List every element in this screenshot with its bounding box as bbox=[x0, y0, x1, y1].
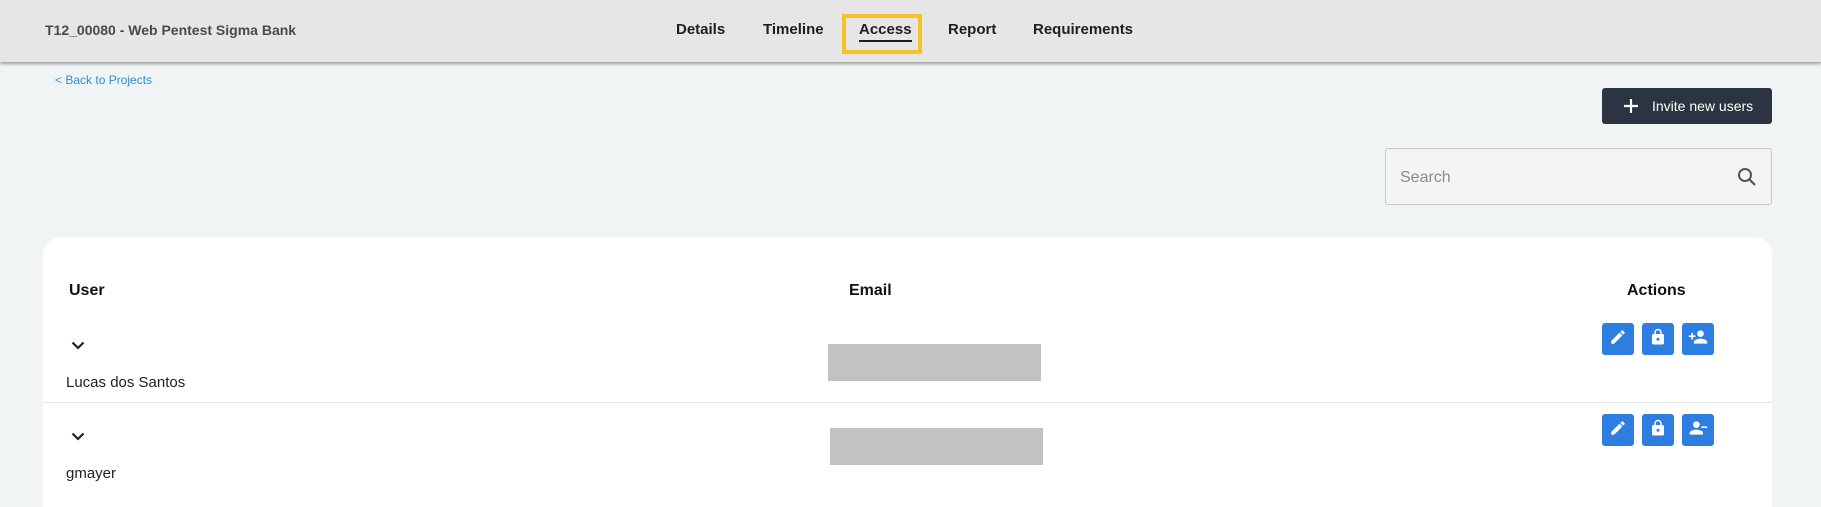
invite-button-label: Invite new users bbox=[1652, 98, 1754, 114]
tab-report[interactable]: Report bbox=[948, 21, 996, 38]
column-header-actions: Actions bbox=[1627, 282, 1686, 299]
edit-icon bbox=[1609, 328, 1627, 351]
back-to-projects-link[interactable]: < Back to Projects bbox=[55, 73, 152, 87]
expand-chevron-icon[interactable] bbox=[71, 337, 85, 355]
email-redacted bbox=[828, 344, 1041, 381]
expand-chevron-icon[interactable] bbox=[71, 428, 85, 446]
invite-new-users-button[interactable]: Invite new users bbox=[1602, 88, 1772, 124]
column-header-email: Email bbox=[849, 282, 892, 299]
lock-icon bbox=[1649, 419, 1667, 442]
users-table: User Email Actions Lucas dos Santos gmay… bbox=[43, 237, 1772, 507]
user-name: gmayer bbox=[66, 465, 117, 482]
remove-user-icon bbox=[1688, 418, 1708, 443]
edit-user-button[interactable] bbox=[1602, 323, 1634, 355]
project-title: T12_00080 - Web Pentest Sigma Bank bbox=[45, 22, 297, 38]
row-divider bbox=[43, 402, 1772, 403]
plus-icon bbox=[1624, 99, 1638, 113]
tab-access[interactable]: Access bbox=[859, 21, 912, 42]
tab-requirements[interactable]: Requirements bbox=[1033, 21, 1133, 38]
edit-icon bbox=[1609, 419, 1627, 442]
search-field[interactable] bbox=[1385, 148, 1772, 205]
lock-icon bbox=[1649, 328, 1667, 351]
search-icon[interactable] bbox=[1737, 167, 1757, 192]
add-user-icon bbox=[1688, 327, 1708, 352]
lock-user-button[interactable] bbox=[1642, 414, 1674, 446]
tab-timeline[interactable]: Timeline bbox=[763, 21, 824, 38]
search-input[interactable] bbox=[1398, 167, 1722, 189]
email-redacted bbox=[830, 428, 1043, 465]
user-name: Lucas dos Santos bbox=[66, 374, 186, 391]
lock-user-button[interactable] bbox=[1642, 323, 1674, 355]
tab-details[interactable]: Details bbox=[676, 21, 725, 38]
edit-user-button[interactable] bbox=[1602, 414, 1634, 446]
remove-user-button[interactable] bbox=[1682, 414, 1714, 446]
add-user-button[interactable] bbox=[1682, 323, 1714, 355]
column-header-user: User bbox=[69, 282, 105, 299]
top-nav-bar: T12_00080 - Web Pentest Sigma Bank Detai… bbox=[0, 0, 1821, 62]
